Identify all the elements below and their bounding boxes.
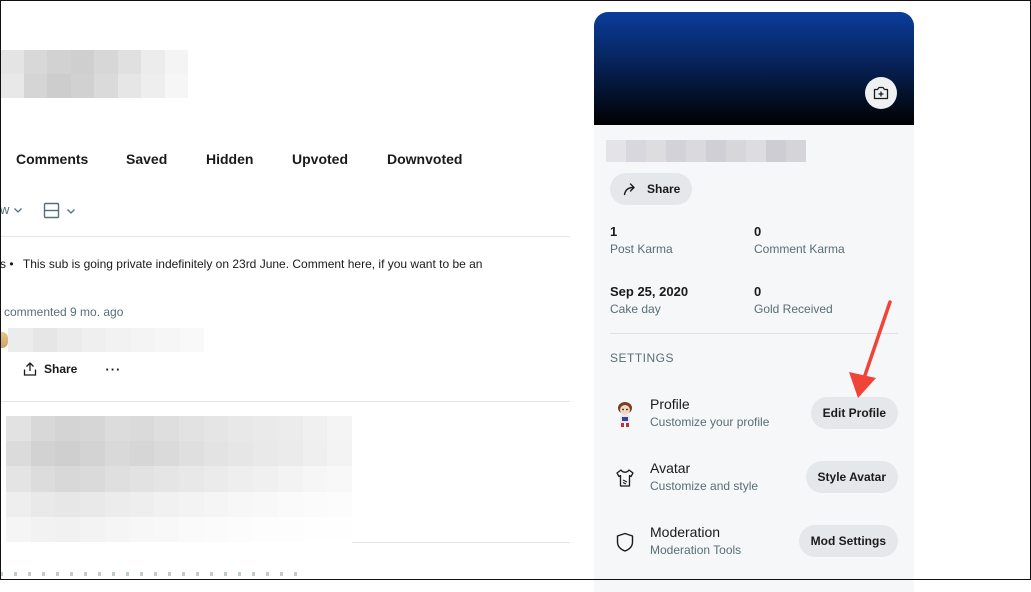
divider (0, 236, 570, 237)
chevron-down-icon (67, 208, 75, 214)
add-banner-button[interactable] (865, 77, 897, 109)
shield-icon (610, 527, 640, 557)
style-avatar-button[interactable]: Style Avatar (805, 461, 898, 493)
settings-row-profile: Profile Customize your profile Edit Prof… (610, 393, 898, 433)
tab-comments[interactable]: Comments (16, 151, 88, 167)
stat-comment-karma: 0 Comment Karma (754, 224, 845, 256)
settings-title: Avatar (650, 460, 691, 476)
profile-tabs: Comments Saved Hidden Upvoted Downvoted (16, 151, 476, 171)
tab-upvoted[interactable]: Upvoted (292, 151, 348, 167)
comment-icon (0, 332, 8, 348)
divider (0, 401, 570, 402)
mod-settings-button[interactable]: Mod Settings (798, 525, 898, 557)
blurred-display-name (606, 140, 806, 162)
tab-hidden[interactable]: Hidden (206, 151, 253, 167)
comment-meta: commented 9 mo. ago (4, 305, 124, 319)
settings-heading: SETTINGS (610, 351, 675, 365)
sort-label: w (0, 202, 10, 217)
stat-value: 0 (754, 224, 762, 239)
comment-item[interactable]: s • This sub is going private indefinite… (0, 250, 570, 390)
comment-actions: Share ··· (22, 361, 121, 377)
settings-row-moderation: Moderation Moderation Tools Mod Settings (610, 521, 898, 561)
stat-label: Comment Karma (754, 242, 845, 256)
blurred-username (0, 50, 188, 98)
divider (352, 542, 570, 543)
settings-title: Moderation (650, 524, 721, 540)
settings-subtitle: Moderation Tools (650, 543, 742, 557)
share-arrow-icon (623, 182, 635, 195)
avatar-image-icon (610, 399, 640, 429)
more-options-button[interactable]: ··· (105, 362, 121, 377)
tab-saved[interactable]: Saved (126, 151, 167, 167)
post-title[interactable]: This sub is going private indefinitely o… (23, 257, 483, 271)
sort-dropdown[interactable]: w (0, 202, 23, 217)
stat-post-karma: 1 Post Karma (610, 224, 673, 256)
tab-downvoted[interactable]: Downvoted (387, 151, 462, 167)
chevron-down-icon (14, 207, 23, 213)
profile-banner (594, 12, 914, 125)
blurred-comment (8, 328, 204, 352)
profile-share-button[interactable]: Share (610, 173, 693, 205)
settings-row-avatar: Avatar Customize and style Style Avatar (610, 457, 898, 497)
post-title-line: s • This sub is going private indefinite… (0, 257, 482, 271)
settings-subtitle: Customize your profile (650, 415, 770, 429)
layout-icon (43, 202, 60, 219)
stat-value: 0 (754, 284, 762, 299)
subreddit-prefix: s • (0, 257, 14, 271)
stat-label: Post Karma (610, 242, 673, 256)
camera-add-icon (873, 86, 889, 100)
share-button[interactable]: Share (22, 361, 77, 377)
stat-value: 1 (610, 224, 618, 239)
settings-subtitle: Customize and style (650, 479, 759, 493)
divider (610, 333, 898, 334)
stat-value: Sep 25, 2020 (610, 284, 689, 299)
edit-profile-button[interactable]: Edit Profile (810, 397, 898, 429)
stat-gold-received: 0 Gold Received (754, 284, 833, 316)
settings-title: Profile (650, 396, 690, 412)
stat-cake-day: Sep 25, 2020 Cake day (610, 284, 688, 316)
share-label: Share (44, 362, 78, 376)
shirt-icon (610, 463, 640, 493)
blurred-post (6, 416, 352, 542)
view-dropdown[interactable] (43, 202, 76, 219)
cropped-text-fragment (0, 572, 300, 576)
stat-label: Cake day (610, 302, 661, 316)
profile-card: Share 1 Post Karma 0 Comment Karma Sep 2… (594, 12, 914, 592)
stat-label: Gold Received (754, 302, 833, 316)
share-upload-icon (23, 362, 37, 376)
profile-share-label: Share (647, 182, 681, 196)
feed-toolbar: w (0, 202, 90, 222)
